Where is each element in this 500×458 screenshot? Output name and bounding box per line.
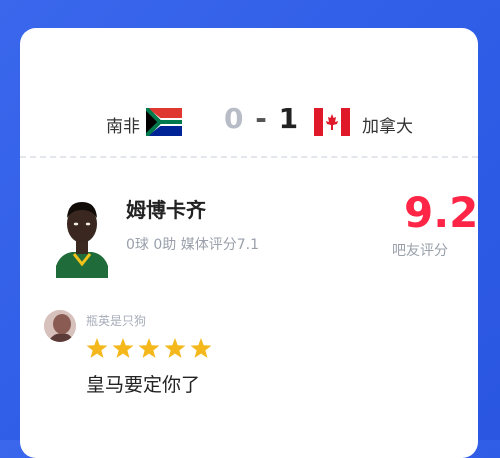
match-score: 0 - 1 xyxy=(224,102,299,135)
player-name: 姆博卡齐 xyxy=(126,198,206,222)
canada-flag-icon xyxy=(314,108,350,136)
home-team-name: 南非 xyxy=(106,117,140,137)
star-icon xyxy=(86,338,108,358)
star-icon xyxy=(112,338,134,358)
player-rating-card: 南非 0 - 1 加拿大 姆博卡齐 0球 0助 媒体评分7.1 9.2 吧友评分… xyxy=(20,28,478,458)
comment-text: 皇马要定你了 xyxy=(86,374,201,396)
commenter-avatar[interactable] xyxy=(44,310,76,342)
home-score: 0 xyxy=(224,102,245,135)
dashed-divider xyxy=(20,156,478,158)
star-rating xyxy=(84,336,214,362)
player-stats: 0球 0助 媒体评分7.1 xyxy=(126,237,259,253)
commenter-username[interactable]: 瓶英是只狗 xyxy=(86,312,146,329)
south-africa-flag-icon xyxy=(146,108,182,136)
away-team-name: 加拿大 xyxy=(362,117,413,137)
star-icon xyxy=(138,338,160,358)
star-icon xyxy=(190,338,212,358)
star-icon xyxy=(164,338,186,358)
score-separator: - xyxy=(255,102,268,135)
fan-rating-value: 9.2 xyxy=(404,188,479,237)
away-score: 1 xyxy=(278,102,300,135)
match-header: 南非 0 - 1 加拿大 xyxy=(20,100,478,150)
fan-rating-label: 吧友评分 xyxy=(392,243,448,259)
player-photo xyxy=(50,188,114,278)
